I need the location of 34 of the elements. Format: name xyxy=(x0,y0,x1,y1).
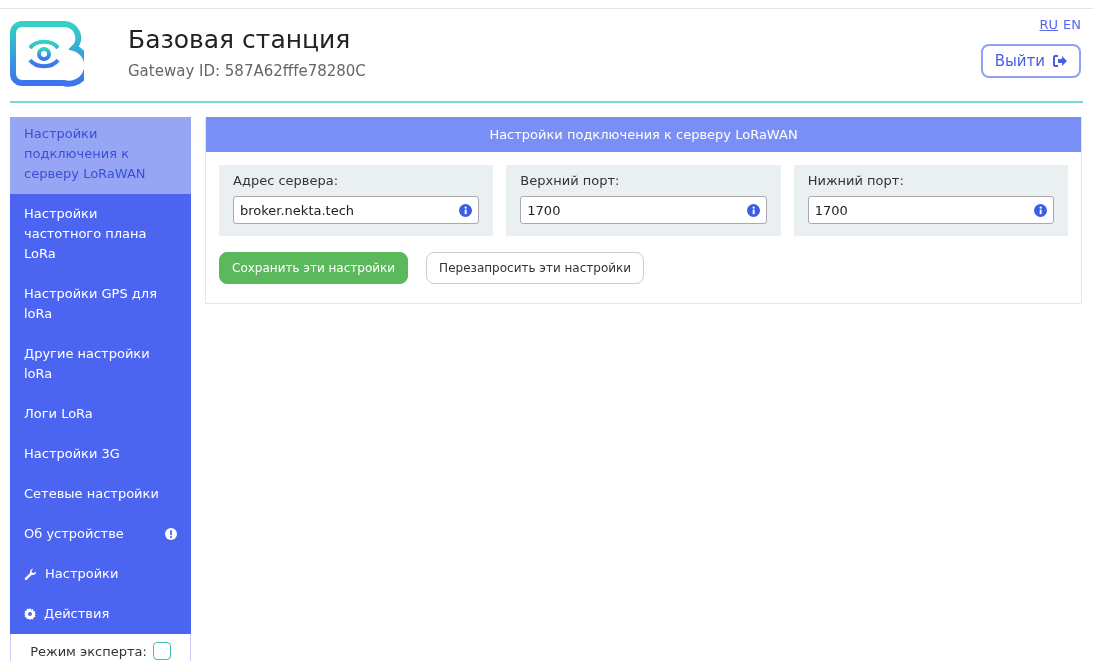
logo-icon xyxy=(10,21,84,87)
sidebar-item[interactable]: Настройки GPS для loRa xyxy=(10,274,191,334)
input-field[interactable]: 1700 xyxy=(520,196,767,224)
field-label: Нижний порт: xyxy=(807,173,905,188)
logout-button[interactable]: Выйти xyxy=(980,44,1081,78)
info-icon[interactable] xyxy=(459,203,473,217)
expert-mode-label: Режим эксперта: xyxy=(30,643,147,659)
info-icon[interactable] xyxy=(746,203,760,217)
gear-icon xyxy=(24,608,36,620)
sidebar-item[interactable]: Об устройстве xyxy=(10,514,191,554)
sidebar-item[interactable]: Другие настройки loRa xyxy=(10,334,191,394)
sidebar-item[interactable]: Настройки частотного плана LoRa xyxy=(10,194,191,274)
reload-button[interactable]: Перезапросить эти настройки xyxy=(426,252,645,284)
exclamation-icon xyxy=(165,528,177,540)
gateway-id: Gateway ID: 587A62fffe78280C xyxy=(128,62,366,80)
input-field[interactable]: 1700 xyxy=(807,196,1054,224)
page-title: Базовая станция xyxy=(128,25,352,54)
sidebar-item[interactable]: Настройки 3G xyxy=(10,434,191,474)
expert-mode-checkbox[interactable] xyxy=(152,642,171,660)
sidebar-item[interactable]: Логи LoRa xyxy=(10,394,191,434)
info-icon[interactable] xyxy=(1034,203,1047,217)
sidebar-item[interactable]: Настройки xyxy=(10,554,191,594)
field-label: Адрес сервера: xyxy=(233,173,340,188)
save-button[interactable]: Сохранить эти настройки xyxy=(219,252,409,284)
panel-title: Настройки подключения к серверу LoRaWAN xyxy=(206,117,1081,152)
field-label: Верхний порт: xyxy=(520,173,621,188)
exit-icon xyxy=(1053,55,1067,67)
sidebar-item[interactable]: Действия xyxy=(10,594,191,634)
language-link[interactable]: RU xyxy=(1039,17,1059,32)
input-field[interactable]: broker.nekta.tech xyxy=(233,196,480,224)
sidebar-item[interactable]: Сетевые настройки xyxy=(10,474,191,514)
wrench-icon xyxy=(24,567,37,581)
language-link[interactable]: EN xyxy=(1063,17,1081,32)
sidebar-item[interactable]: Настройки подключения к серверу LoRaWAN xyxy=(10,117,191,194)
